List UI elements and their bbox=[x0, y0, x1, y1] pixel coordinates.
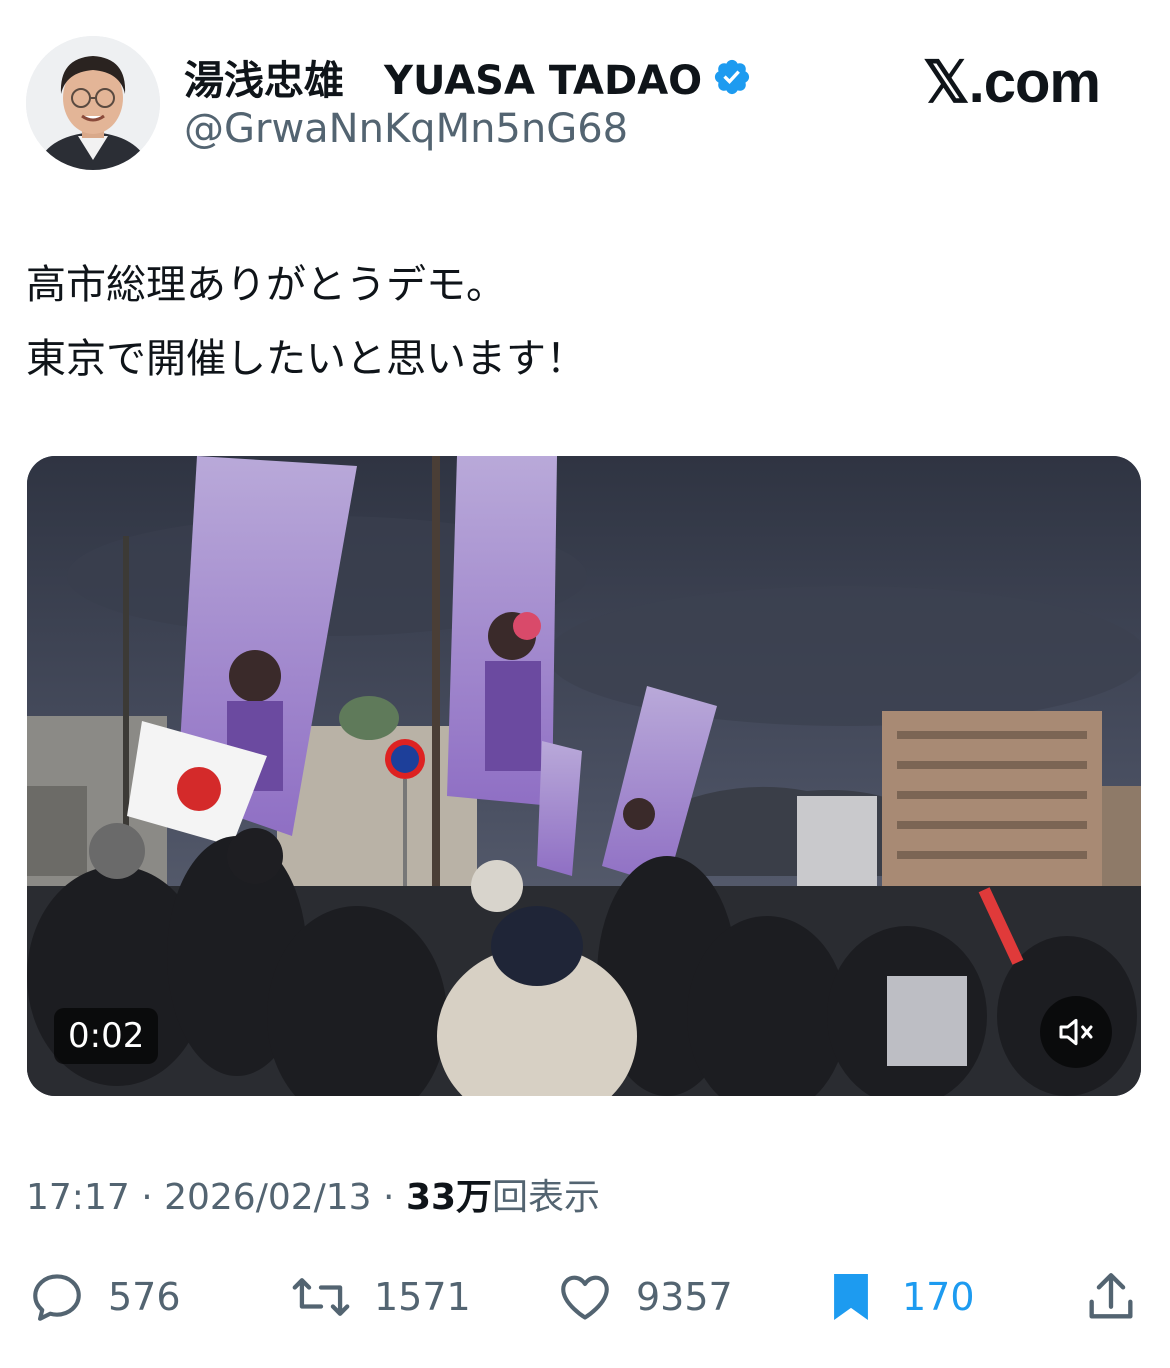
action-bar: 576 1571 9357 170 bbox=[0, 1262, 1170, 1332]
tweet-meta: 17:17 · 2026/02/13 · 33万回表示 bbox=[26, 1168, 600, 1220]
reply-button[interactable]: 576 bbox=[28, 1262, 181, 1332]
views-count: 33万 bbox=[405, 1177, 493, 1218]
video-player[interactable] bbox=[27, 456, 1141, 1096]
display-name[interactable]: 湯浅忠雄 YUASA TADAO bbox=[184, 48, 702, 106]
tweet-card: 湯浅忠雄 YUASA TADAO @GrwaNnKqMn5nG68 𝕏.com … bbox=[0, 0, 1170, 1368]
user-handle[interactable]: @GrwaNnKqMn5nG68 bbox=[184, 106, 628, 152]
share-icon bbox=[1089, 1273, 1133, 1319]
avatar-portrait bbox=[26, 36, 160, 170]
tweet-text-line-1: 高市総理ありがとうデモ。 bbox=[26, 262, 506, 308]
like-count: 9357 bbox=[636, 1275, 733, 1319]
retweet-count: 1571 bbox=[374, 1275, 471, 1319]
video-frame bbox=[27, 456, 1141, 1096]
reply-icon bbox=[33, 1274, 81, 1321]
views-label: 回表示 bbox=[492, 1177, 601, 1218]
retweet-button[interactable]: 1571 bbox=[290, 1262, 471, 1332]
retweet-icon bbox=[292, 1278, 350, 1316]
speaker-muted-icon bbox=[1059, 1018, 1093, 1046]
tweet-date[interactable]: 2026/02/13 bbox=[164, 1177, 372, 1218]
mute-button[interactable] bbox=[1040, 996, 1112, 1068]
verified-badge-icon bbox=[715, 59, 750, 95]
reply-count: 576 bbox=[108, 1275, 181, 1319]
tweet-text-line-2: 東京で開催したいと思います！ bbox=[26, 336, 586, 382]
like-button[interactable]: 9357 bbox=[556, 1262, 733, 1332]
tweet-text: 高市総理ありがとうデモ。 東京で開催したいと思います！ bbox=[26, 248, 1136, 396]
video-timestamp: 0:02 bbox=[54, 1008, 159, 1064]
heart-icon bbox=[561, 1275, 609, 1320]
bookmark-button[interactable]: 170 bbox=[822, 1262, 975, 1332]
avatar[interactable] bbox=[26, 36, 160, 170]
display-name-row[interactable]: 湯浅忠雄 YUASA TADAO bbox=[184, 48, 752, 106]
meta-separator: · bbox=[129, 1177, 165, 1218]
bookmark-count: 170 bbox=[902, 1275, 975, 1319]
tweet-time[interactable]: 17:17 bbox=[26, 1177, 130, 1218]
bookmark-icon bbox=[834, 1274, 868, 1320]
meta-separator: · bbox=[371, 1177, 406, 1218]
share-button[interactable] bbox=[1082, 1262, 1140, 1332]
x-com-logo: 𝕏.com bbox=[922, 50, 1101, 115]
